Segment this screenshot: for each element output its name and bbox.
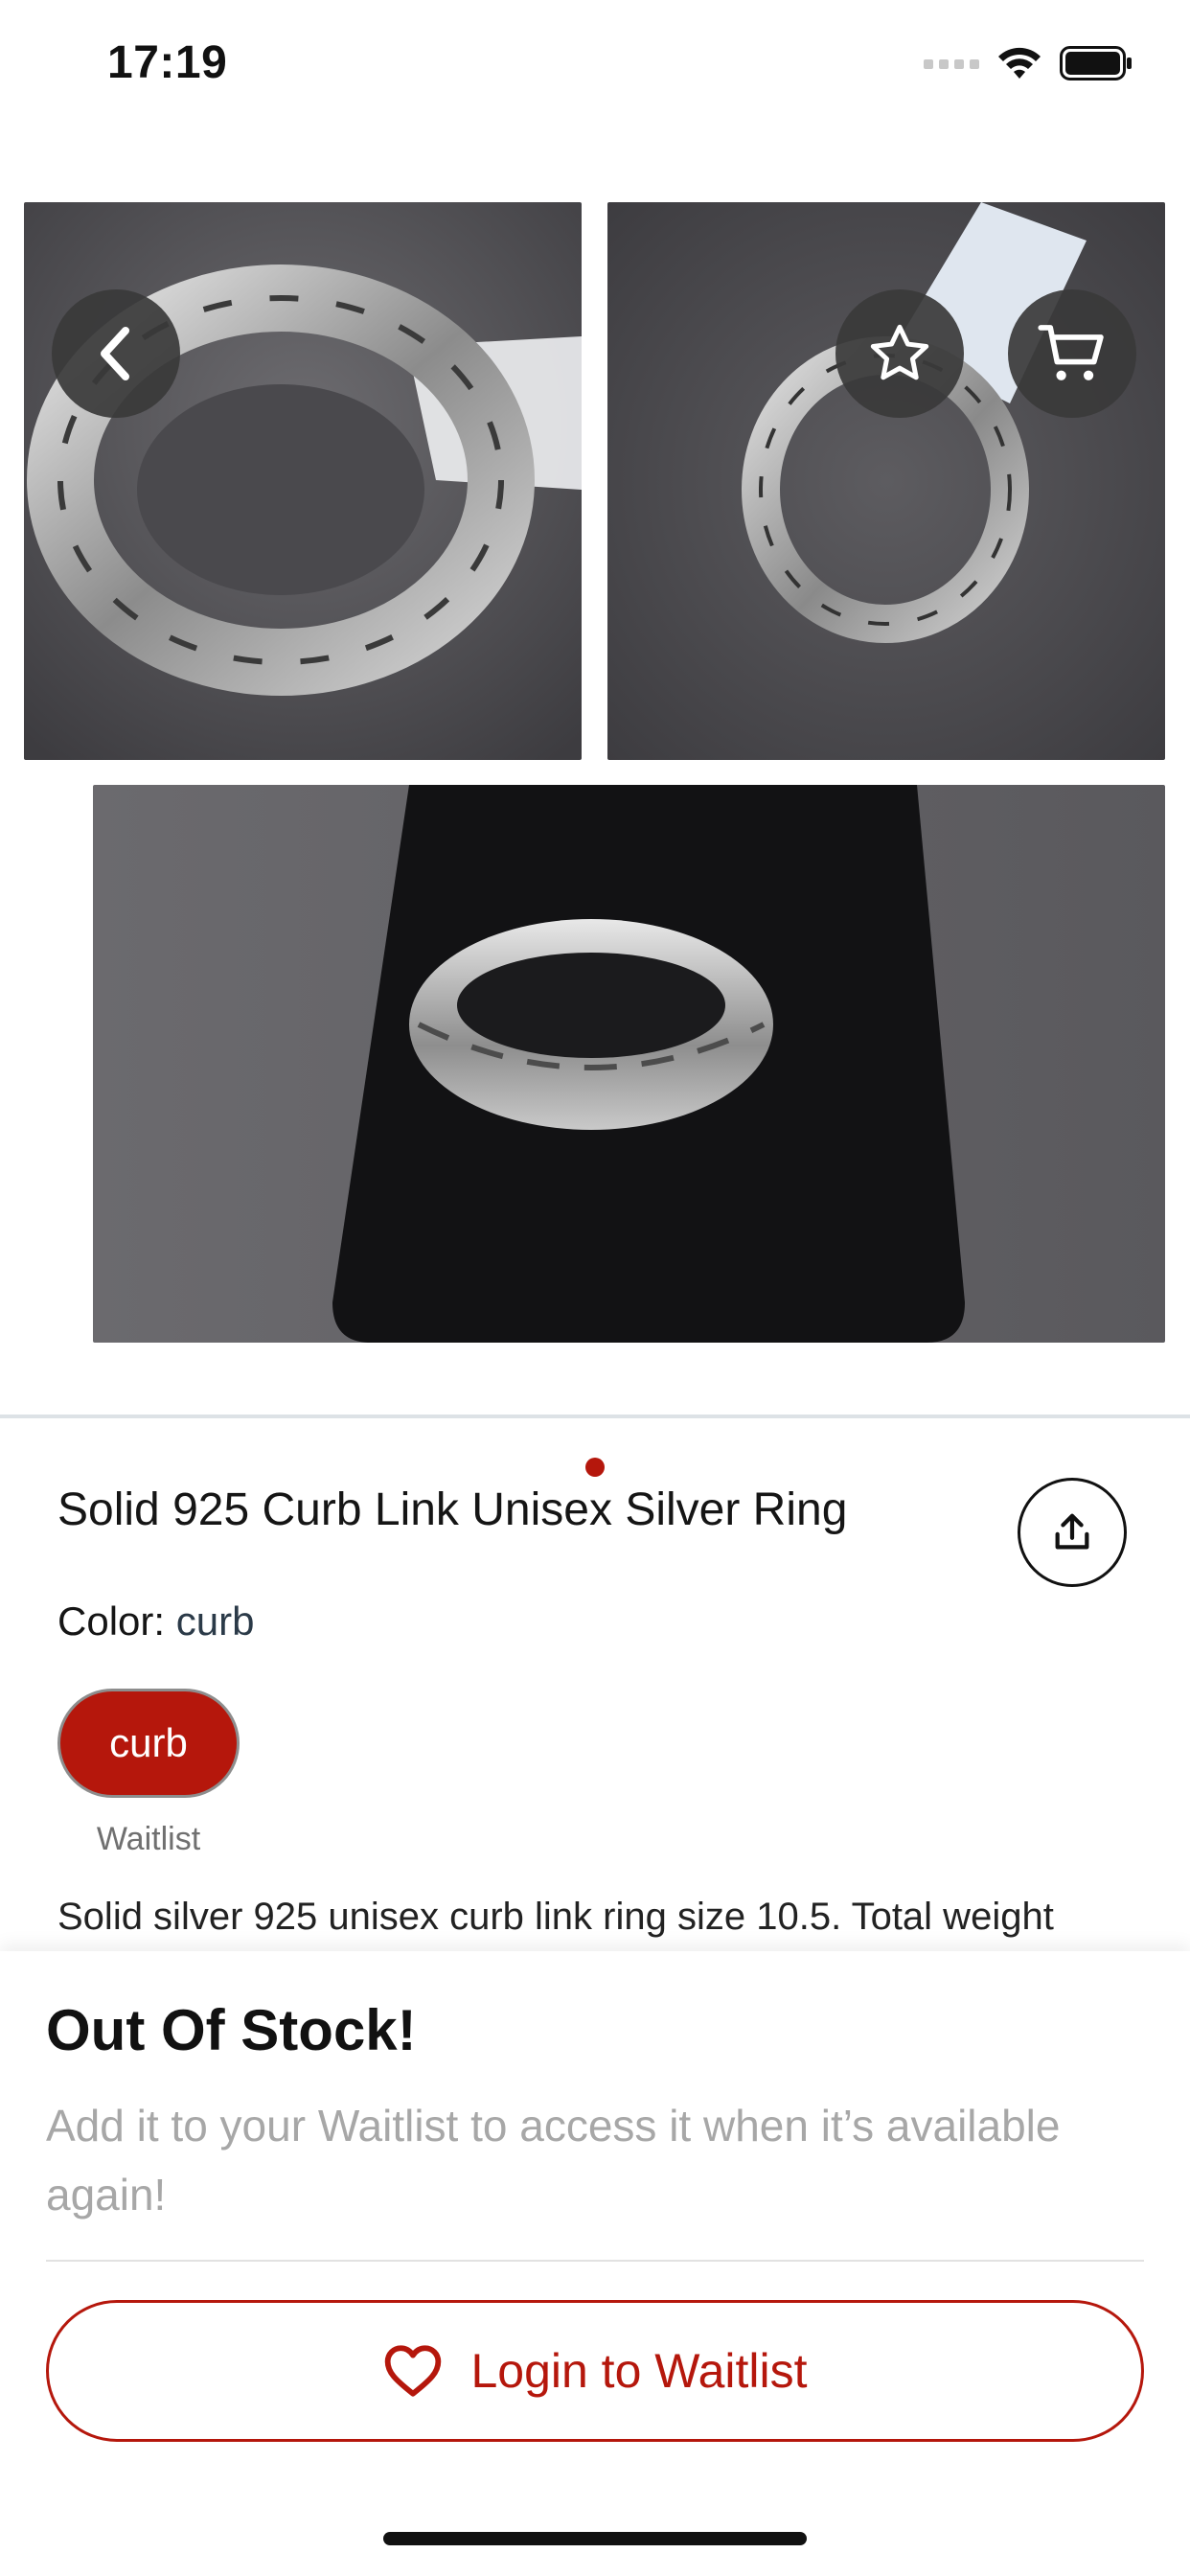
heart-icon <box>385 2345 442 2397</box>
login-to-waitlist-button[interactable]: Login to Waitlist <box>46 2300 1144 2442</box>
product-description: Solid silver 925 unisex curb link ring s… <box>57 1896 1054 1938</box>
status-bar: 17:19 <box>0 0 1190 134</box>
page-dot-active <box>585 1458 605 1477</box>
sheet-subtitle: Add it to your Waitlist to access it whe… <box>46 2101 1061 2220</box>
back-button[interactable] <box>52 289 180 418</box>
sheet-title: Out Of Stock! <box>46 1998 417 2062</box>
sheet-divider <box>46 2260 1144 2262</box>
chevron-left-icon <box>101 327 129 380</box>
share-button[interactable] <box>1018 1478 1127 1587</box>
signal-icon <box>924 59 979 69</box>
product-image-gallery[interactable] <box>0 134 1190 1491</box>
status-time: 17:19 <box>107 37 228 88</box>
out-of-stock-sheet: Out Of Stock! Add it to your Waitlist to… <box>0 1951 1190 2576</box>
section-divider <box>0 1414 1190 1418</box>
product-photo-1[interactable] <box>24 202 582 760</box>
battery-icon <box>1060 46 1132 80</box>
waitlist-button-label: Login to Waitlist <box>470 2344 808 2398</box>
color-selection-label: Color: curb <box>57 1598 254 1644</box>
color-option-chip[interactable]: curb <box>57 1689 240 1798</box>
color-value: curb <box>175 1598 255 1644</box>
product-photo-3[interactable] <box>93 785 1165 1343</box>
product-title: Solid 925 Curb Link Unisex Silver Ring <box>57 1484 848 1535</box>
wifi-icon <box>998 47 1041 79</box>
cart-button[interactable] <box>1008 289 1136 418</box>
color-label: Color: <box>57 1598 166 1644</box>
favorite-button[interactable] <box>835 289 964 418</box>
product-photo-2[interactable] <box>607 202 1165 760</box>
cart-icon <box>1038 325 1104 380</box>
status-icons <box>924 42 1133 84</box>
star-icon <box>870 324 929 380</box>
chip-caption: Waitlist <box>96 1821 201 1857</box>
share-icon <box>1055 1513 1089 1550</box>
home-indicator <box>383 2532 807 2545</box>
